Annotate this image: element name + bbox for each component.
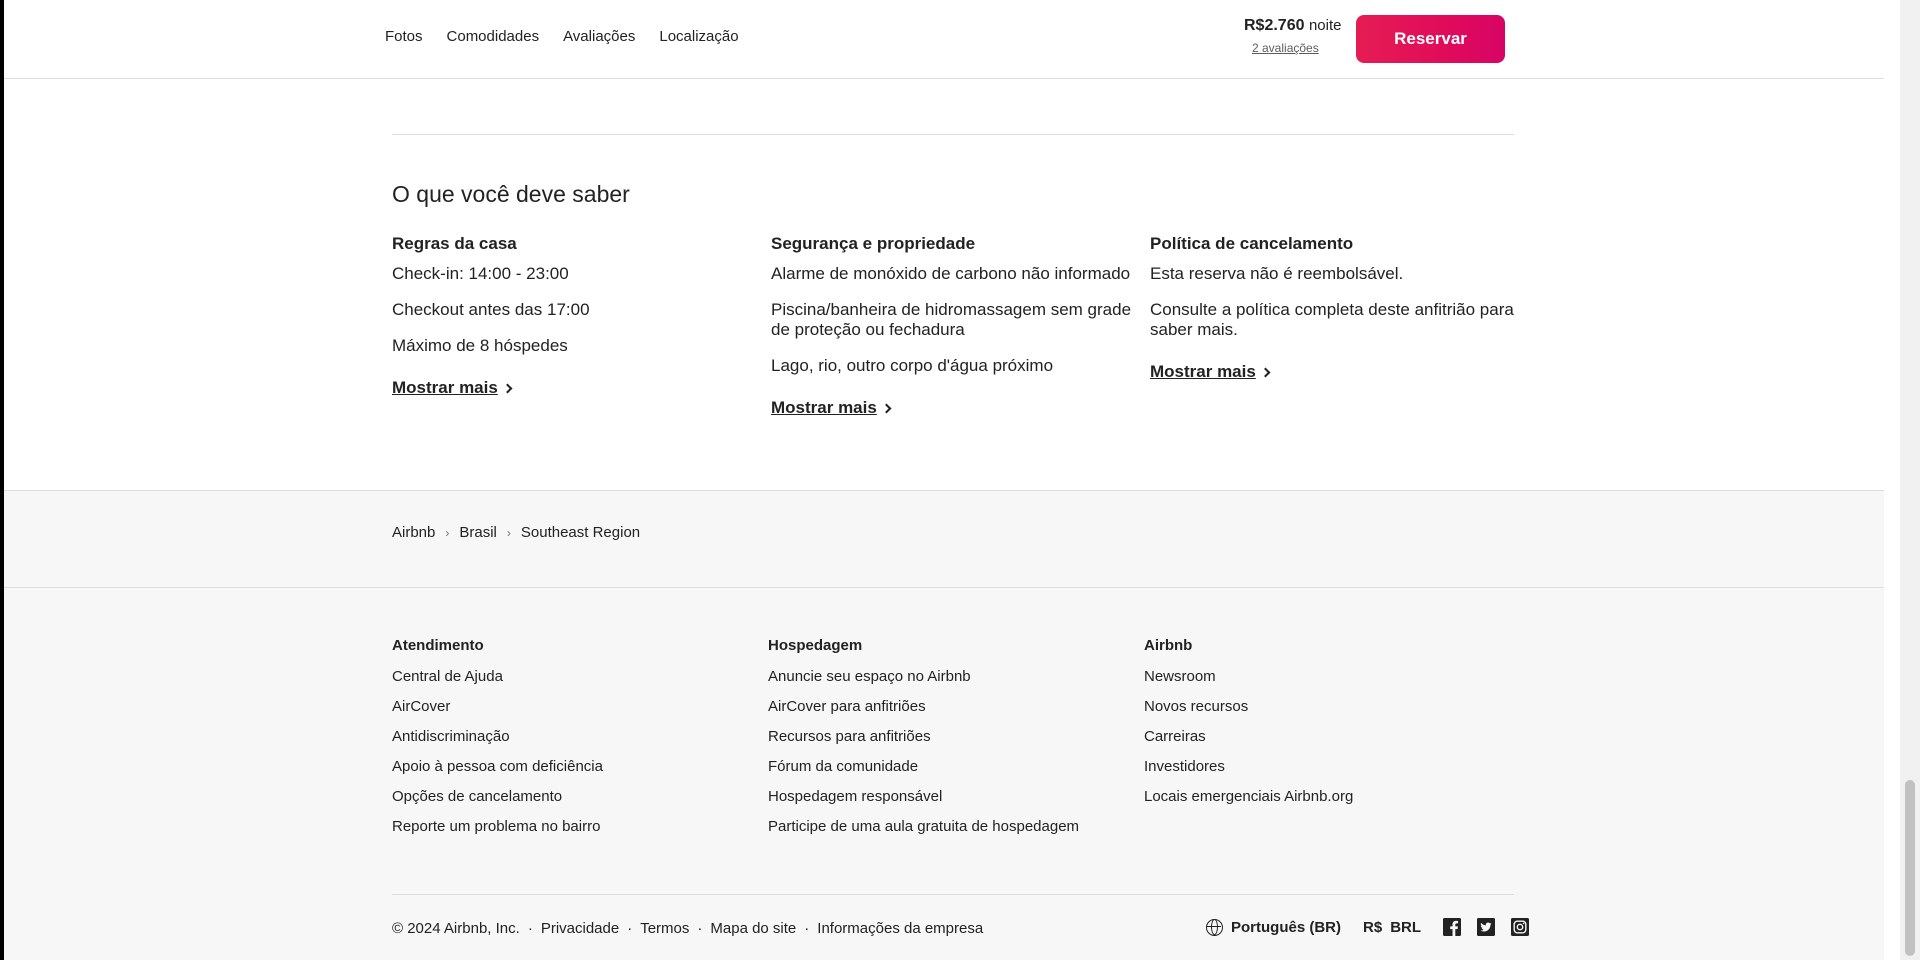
footer-link[interactable]: AirCover para anfitriões [768, 698, 1079, 715]
safety-column: Segurança e propriedade Alarme de monóxi… [771, 234, 1141, 418]
footer-link[interactable]: AirCover [392, 698, 603, 715]
listing-page: Fotos Comodidades Avaliações Localização… [4, 0, 1900, 960]
footer-link[interactable]: Novos recursos [1144, 698, 1353, 715]
nightly-price: R$2.760 [1244, 17, 1305, 34]
globe-icon [1206, 918, 1223, 936]
scrollbar-thumb[interactable] [1905, 780, 1915, 956]
reviews-link[interactable]: 2 avaliações [1252, 41, 1341, 55]
breadcrumb: Airbnb › Brasil › Southeast Region [392, 524, 640, 541]
show-more-label: Mostrar mais [392, 378, 498, 397]
rule-item: Máximo de 8 hóspedes [392, 336, 568, 355]
footer-link[interactable]: Opções de cancelamento [392, 788, 603, 805]
cancellation-show-more[interactable]: Mostrar mais [1150, 362, 1271, 382]
reserve-button[interactable]: Reservar [1356, 15, 1505, 63]
terms-link[interactable]: Termos [640, 920, 689, 937]
show-more-label: Mostrar mais [771, 398, 877, 417]
legal-links: © 2024 Airbnb, Inc. · Privacidade · Term… [392, 920, 983, 937]
footer-link[interactable]: Carreiras [1144, 728, 1353, 745]
breadcrumb-brasil[interactable]: Brasil [459, 524, 497, 541]
footer-column-airbnb: Airbnb Newsroom Novos recursos Carreiras… [1144, 637, 1353, 818]
company-info-link[interactable]: Informações da empresa [817, 920, 983, 937]
chevron-right-icon [1260, 367, 1271, 377]
separator-dot: · [804, 920, 810, 937]
footer-column-title: Atendimento [392, 637, 484, 654]
footer-link[interactable]: Newsroom [1144, 668, 1353, 685]
price-summary: R$2.760 noite 2 avaliações [1244, 17, 1341, 55]
language-selector[interactable]: Português (BR) [1206, 918, 1341, 936]
sitemap-link[interactable]: Mapa do site [710, 920, 796, 937]
sticky-header: Fotos Comodidades Avaliações Localização… [4, 0, 1884, 79]
footer-column-atendimento: Atendimento Central de Ajuda AirCover An… [392, 637, 603, 848]
footer-column-hospedagem: Hospedagem Anuncie seu espaço no Airbnb … [768, 637, 1079, 848]
footer-link[interactable]: Locais emergenciais Airbnb.org [1144, 788, 1353, 805]
chevron-right-icon: › [445, 525, 450, 540]
rule-item: Check-in: 14:00 - 23:00 [392, 264, 569, 283]
footer-bottom-divider [392, 894, 1514, 895]
footer-column-title: Airbnb [1144, 637, 1193, 654]
footer-column-title: Hospedagem [768, 637, 863, 654]
currency-selector[interactable]: R$ BRL [1363, 919, 1421, 936]
chevron-right-icon [881, 403, 892, 413]
instagram-icon[interactable] [1511, 918, 1530, 936]
language-label: Português (BR) [1231, 918, 1341, 936]
safety-item: Lago, rio, outro corpo d'água próximo [771, 356, 1054, 375]
footer-link[interactable]: Anuncie seu espaço no Airbnb [768, 668, 1079, 685]
footer-divider [4, 587, 1884, 588]
privacy-link[interactable]: Privacidade [541, 920, 619, 937]
safety-show-more[interactable]: Mostrar mais [771, 398, 892, 418]
footer-link[interactable]: Central de Ajuda [392, 668, 603, 685]
nav-localizacao[interactable]: Localização [659, 28, 738, 45]
price-unit: noite [1308, 17, 1342, 34]
safety-title: Segurança e propriedade [771, 234, 976, 253]
currency-code: BRL [1390, 918, 1422, 936]
footer-link[interactable]: Fórum da comunidade [768, 758, 1079, 775]
separator-dot: · [627, 920, 633, 937]
footer-link[interactable]: Participe de uma aula gratuita de hosped… [768, 818, 1079, 835]
copyright: © 2024 Airbnb, Inc. [392, 920, 520, 937]
cancellation-title: Política de cancelamento [1150, 234, 1354, 253]
nav-comodidades[interactable]: Comodidades [447, 28, 540, 45]
breadcrumb-region: Southeast Region [520, 524, 641, 541]
footer-link[interactable]: Recursos para anfitriões [768, 728, 1079, 745]
footer-link[interactable]: Antidiscriminação [392, 728, 603, 745]
footer-preferences: Português (BR) R$ BRL [1206, 918, 1530, 936]
twitter-icon[interactable] [1477, 918, 1496, 936]
footer-link[interactable]: Hospedagem responsável [768, 788, 1079, 805]
footer-link[interactable]: Reporte um problema no bairro [392, 818, 603, 835]
section-nav: Fotos Comodidades Avaliações Localização [385, 28, 739, 45]
things-to-know-title: O que você deve saber [392, 181, 630, 207]
separator-dot: · [527, 920, 533, 937]
show-more-label: Mostrar mais [1150, 362, 1256, 381]
social-links [1443, 918, 1530, 936]
currency-symbol: R$ [1363, 918, 1383, 936]
rule-item: Checkout antes das 17:00 [392, 300, 590, 319]
nav-fotos[interactable]: Fotos [385, 28, 423, 45]
cancellation-item: Esta reserva não é reembolsável. [1150, 264, 1404, 283]
separator-dot: · [697, 920, 703, 937]
site-footer: Airbnb › Brasil › Southeast Region Atend… [4, 490, 1884, 960]
house-rules-show-more[interactable]: Mostrar mais [392, 378, 513, 398]
safety-item: Alarme de monóxido de carbono não inform… [771, 264, 1131, 283]
chevron-right-icon [502, 383, 513, 393]
footer-link[interactable]: Apoio à pessoa com deficiência [392, 758, 603, 775]
house-rules-column: Regras da casa Check-in: 14:00 - 23:00 C… [392, 234, 762, 398]
chevron-right-icon: › [506, 525, 511, 540]
house-rules-title: Regras da casa [392, 234, 517, 253]
cancellation-item: Consulte a política completa deste anfit… [1150, 300, 1514, 339]
footer-link[interactable]: Investidores [1144, 758, 1353, 775]
section-divider [392, 134, 1514, 135]
cancellation-column: Política de cancelamento Esta reserva nã… [1150, 234, 1520, 382]
safety-item: Piscina/banheira de hidromassagem sem gr… [771, 300, 1132, 339]
breadcrumb-airbnb[interactable]: Airbnb [392, 524, 435, 541]
facebook-icon[interactable] [1443, 918, 1462, 936]
page-scrollbar[interactable] [1900, 0, 1920, 960]
nav-avaliacoes[interactable]: Avaliações [563, 28, 635, 45]
